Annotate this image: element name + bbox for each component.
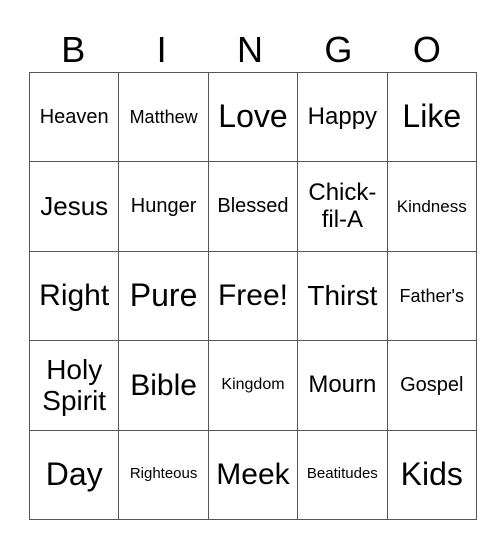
bingo-cell[interactable]: Beatitudes: [297, 429, 388, 520]
bingo-row: Jesus Hunger Blessed Chick-fil-A Kindnes…: [28, 161, 477, 252]
bingo-cell[interactable]: Jesus: [28, 161, 120, 252]
bingo-row: Heaven Matthew Love Happy Like: [28, 71, 477, 163]
bingo-cell[interactable]: Chick-fil-A: [297, 161, 388, 252]
bingo-cell[interactable]: Bible: [118, 340, 209, 431]
bingo-cell[interactable]: Day: [28, 429, 120, 520]
bingo-cell[interactable]: Pure: [118, 250, 209, 342]
bingo-cell[interactable]: Hunger: [118, 161, 209, 252]
bingo-cell[interactable]: Happy: [297, 71, 388, 163]
bingo-cell[interactable]: Kingdom: [207, 340, 299, 431]
header-letter-o: O: [412, 29, 441, 70]
bingo-header: B I N G O: [29, 28, 471, 72]
bingo-cell[interactable]: Free!: [207, 250, 299, 342]
bingo-cell[interactable]: Heaven: [28, 71, 120, 163]
bingo-card: Heaven Matthew Love Happy Like Jesus Hun…: [28, 71, 477, 520]
bingo-cell[interactable]: Righteous: [118, 429, 209, 520]
header-letter-g: G: [324, 29, 353, 70]
bingo-row: Day Righteous Meek Beatitudes Kids: [28, 429, 477, 520]
bingo-row: Right Pure Free! Thirst Father's: [28, 250, 477, 342]
bingo-cell[interactable]: Mourn: [297, 340, 388, 431]
bingo-cell[interactable]: Matthew: [118, 71, 209, 163]
bingo-cell[interactable]: Meek: [207, 429, 299, 520]
bingo-cell[interactable]: Father's: [386, 250, 477, 342]
header-letter-b: B: [61, 29, 86, 70]
bingo-cell[interactable]: Blessed: [207, 161, 299, 252]
bingo-cell[interactable]: Holy Spirit: [28, 340, 120, 431]
bingo-cell[interactable]: Like: [386, 71, 477, 163]
header-letter-n: N: [237, 29, 264, 70]
bingo-cell[interactable]: Love: [207, 71, 299, 163]
bingo-cell[interactable]: Gospel: [386, 340, 477, 431]
bingo-cell[interactable]: Right: [28, 250, 120, 342]
bingo-cell[interactable]: Kindness: [386, 161, 477, 252]
bingo-cell[interactable]: Thirst: [297, 250, 388, 342]
header-letter-i: I: [156, 29, 167, 70]
bingo-row: Holy Spirit Bible Kingdom Mourn Gospel: [28, 340, 477, 431]
bingo-cell[interactable]: Kids: [386, 429, 477, 520]
